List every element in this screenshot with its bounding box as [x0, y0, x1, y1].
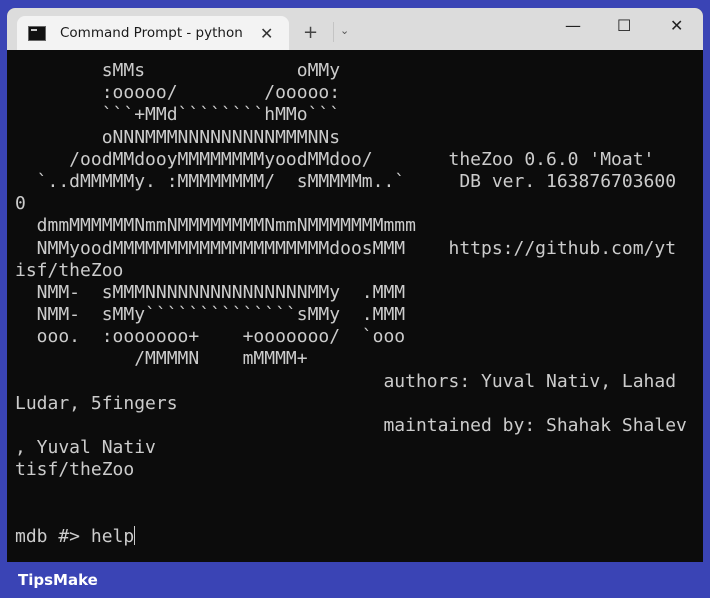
- terminal-line: :ooooo/ /ooooo:: [15, 82, 341, 104]
- terminal-line: isf/theZoo: [15, 259, 124, 281]
- chevron-down-icon[interactable]: ⌄: [340, 24, 349, 37]
- terminal-line: NMM- sMMy``````````````sMMy .MMM: [15, 304, 406, 326]
- command-prompt-line[interactable]: mdb #> help: [15, 525, 687, 548]
- terminal-line: Ludar, 5fingers: [15, 392, 178, 414]
- tab-close-icon[interactable]: ✕: [260, 24, 273, 43]
- terminal-line: /oodMMdooyMMMMMMMMyoodMMdoo/ theZoo 0.6.…: [15, 148, 655, 170]
- terminal-icon: [28, 25, 46, 41]
- terminal-line: , Yuval Nativ: [15, 437, 156, 459]
- new-tab-button[interactable]: +: [303, 22, 318, 43]
- terminal-line: NMMyoodMMMMMMMMMMMMMMMMMMMMdoosMMM https…: [15, 237, 677, 259]
- terminal-line: dmmMMMMMMNmmNMMMMMMMMNmmNMMMMMMMmmm: [15, 215, 416, 237]
- prompt-input[interactable]: mdb #> help: [15, 526, 134, 547]
- terminal-line: `..dMMMMMy. :MMMMMMMM/ sMMMMMm..` DB ver…: [15, 170, 677, 192]
- terminal-line: oNNNMMMNNNNNNNNNMMMNNs: [15, 126, 341, 148]
- terminal-line: authors: Yuval Nativ, Lahad: [15, 370, 677, 392]
- brand-label: TipsMake: [18, 571, 98, 589]
- tab-command-prompt[interactable]: Command Prompt - python t ✕: [17, 16, 289, 50]
- terminal-line: /MMMMN mMMMM+: [15, 348, 308, 370]
- terminal-line: NMM- sMMMNNNNNNNNNNNNNNNMMy .MMM: [15, 281, 406, 303]
- maximize-button[interactable]: ☐: [617, 16, 631, 35]
- terminal-line: 0: [15, 193, 26, 215]
- title-bar: Command Prompt - python t ✕ + ⌄ — ☐ ✕: [7, 8, 703, 50]
- terminal-line: maintained by: Shahak Shalev: [15, 415, 687, 436]
- tab-title: Command Prompt - python t: [60, 25, 248, 41]
- minimize-button[interactable]: —: [565, 16, 581, 35]
- terminal-line: ooo. :ooooooo+ +ooooooo/ `ooo: [15, 326, 406, 348]
- text-cursor: [134, 525, 136, 545]
- divider: [333, 22, 334, 42]
- terminal-window: Command Prompt - python t ✕ + ⌄ — ☐ ✕ sM…: [7, 8, 703, 562]
- terminal-line: tisf/theZoo: [15, 459, 135, 481]
- terminal-output[interactable]: sMMs oMMy :ooooo/ /ooooo: ```+MMd```````…: [15, 60, 687, 548]
- terminal-line: sMMs oMMy: [15, 60, 341, 81]
- close-button[interactable]: ✕: [670, 16, 683, 35]
- terminal-line: ```+MMd````````hMMo```: [15, 104, 341, 126]
